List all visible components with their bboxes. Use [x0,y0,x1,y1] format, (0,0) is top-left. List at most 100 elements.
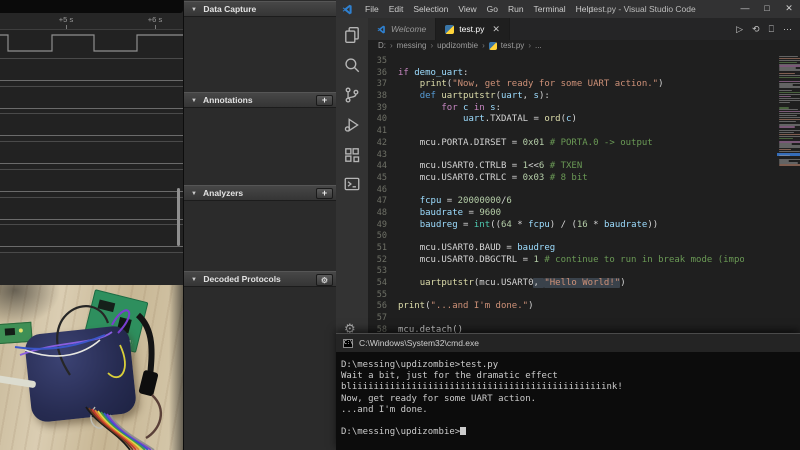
code-token: def [420,91,442,101]
protocols-settings-button[interactable]: ⚙ [316,274,333,286]
menu-run[interactable]: Run [508,4,524,14]
terminal-line [341,416,800,427]
tab-testpy[interactable]: test.py ✕ [436,18,510,40]
annotations-header[interactable]: ▼ Annotations + [184,92,337,108]
breadcrumb-item[interactable]: D: [378,40,386,52]
channel-trace[interactable] [0,197,183,224]
code-line[interactable]: 47 fcpu = 20000000/6 [368,196,744,208]
code-line[interactable]: 55 [368,290,744,302]
code-token: baudreg [420,220,458,230]
code-token [398,220,420,230]
channel-trace[interactable] [0,86,183,113]
code-line[interactable]: 38 def uartputstr(uart, s): [368,91,744,103]
code-token [398,114,463,124]
source-control-icon[interactable] [343,86,361,104]
menu-selection[interactable]: Selection [413,4,448,14]
code-line[interactable]: 44 mcu.USART0.CTRLB = 1<<6 # TXEN [368,161,744,173]
code-token: * [588,220,604,230]
code-line[interactable]: 42 mcu.PORTA.DIRSET = 0x01 # PORTA.0 -> … [368,138,744,150]
tab-welcome[interactable]: Welcome [368,18,436,40]
minimap-line [779,136,800,137]
code-line[interactable]: 46 [368,185,744,197]
breadcrumb[interactable]: D:›messing›updizombie›test.py›... [378,40,798,52]
line-source: mcu.PORTA.DIRSET = 0x01 # PORTA.0 -> out… [398,138,744,150]
code-line[interactable]: 53 [368,266,744,278]
extensions-icon[interactable] [343,146,361,164]
more-actions-icon[interactable]: ⋯ [783,24,792,35]
code-line[interactable]: 49 baudreg = int((64 * fcpu) / (16 * bau… [368,220,744,232]
code-line[interactable]: 36if demo_uart: [368,68,744,80]
code-line[interactable]: 58mcu.detach() [368,325,744,333]
code-line[interactable]: 37 print("Now, get ready for some UART a… [368,79,744,91]
channel-0-trace[interactable] [0,30,183,58]
channel-trace[interactable] [0,224,183,251]
breadcrumb-item[interactable]: messing [397,40,427,52]
menubar: FileEditSelectionViewGoRunTerminalHelp [360,4,598,14]
tab-close-icon[interactable]: ✕ [492,24,500,35]
add-analyzer-button[interactable]: + [316,188,333,199]
code-line[interactable]: 52 mcu.USART0.DBGCTRL = 1 # continue to … [368,255,744,267]
data-capture-header[interactable]: ▼ Data Capture [184,1,337,17]
decoded-protocols-header[interactable]: ▼ Decoded Protocols ⚙ [184,271,337,287]
split-editor-icon[interactable]: ⎕ [769,24,774,35]
cmd-output[interactable]: D:\messing\updizombie>test.pyWait a bit,… [336,352,800,450]
vscode-titlebar[interactable]: FileEditSelectionViewGoRunTerminalHelp t… [336,0,800,18]
minimap[interactable] [777,52,800,333]
line-number: 54 [368,278,398,290]
breadcrumb-item[interactable]: ... [535,40,542,52]
code-line[interactable]: 51 mcu.USART0.BAUD = baudreg [368,243,744,255]
code-line[interactable]: 35 [368,56,744,68]
code-token: 0x03 [523,173,545,183]
code-token: mcu.USART0.BAUD = [420,243,518,253]
search-icon[interactable] [343,56,361,74]
run-button[interactable]: ▷ [736,24,743,35]
code-line[interactable]: 57 [368,313,744,325]
minimap-line [779,102,790,103]
code-token: 0x01 [523,138,545,148]
run-debug-icon[interactable] [343,116,361,134]
timeline-ruler[interactable]: +5 s+6 s [0,13,183,30]
channel-trace[interactable] [0,58,183,85]
vscode-logo-icon [342,4,353,15]
waveform-scrollbar[interactable] [177,188,180,246]
channel-trace[interactable] [0,141,183,168]
channel-trace[interactable] [0,169,183,196]
line-number: 41 [368,126,398,138]
menu-edit[interactable]: Edit [389,4,404,14]
code-token: 20000000 [458,196,501,206]
menu-go[interactable]: Go [487,4,498,14]
maximize-button[interactable]: □ [756,0,778,18]
channel-trace[interactable] [0,113,183,140]
menu-file[interactable]: File [365,4,379,14]
code-line[interactable]: 43 [368,150,744,162]
code-line[interactable]: 40 uart.TXDATAL = ord(c) [368,114,744,126]
minimap-line [779,134,800,135]
code-line[interactable]: 45 mcu.USART0.CTRLC = 0x03 # 8 bit [368,173,744,185]
breadcrumb-item[interactable]: test.py [501,40,525,52]
line-source: baudrate = 9600 [398,208,744,220]
line-source [398,150,744,162]
code-line[interactable]: 56print("...and I'm done.") [368,301,744,313]
editor-actions: ▷ ⟲ ⎕ ⋯ [736,18,792,40]
restart-icon[interactable]: ⟲ [752,24,760,35]
explorer-icon[interactable] [343,26,361,44]
code-line[interactable]: 41 [368,126,744,138]
analyzers-header[interactable]: ▼ Analyzers + [184,185,337,201]
terminal-line: D:\messing\updizombie>test.py [341,360,800,371]
line-number: 46 [368,185,398,197]
close-button[interactable]: ✕ [778,0,800,18]
code-token: mcu.USART0.CTRLB = [420,161,523,171]
code-line[interactable]: 54 uartputstr(mcu.USART0, "Hello World!"… [368,278,744,290]
minimize-button[interactable]: — [734,0,756,18]
cmd-titlebar[interactable]: C:\ C:\Windows\System32\cmd.exe [336,334,800,352]
add-annotation-button[interactable]: + [316,95,333,106]
code-editor[interactable]: 3536if demo_uart:37 print("Now, get read… [368,52,800,333]
code-line[interactable]: 50 [368,231,744,243]
code-line[interactable]: 48 baudrate = 9600 [368,208,744,220]
breadcrumb-item[interactable]: updizombie [437,40,478,52]
code-token: fcpu [420,196,442,206]
terminal-panel-icon[interactable] [343,175,361,193]
menu-view[interactable]: View [458,4,476,14]
menu-terminal[interactable]: Terminal [534,4,566,14]
code-line[interactable]: 39 for c in s: [368,103,744,115]
